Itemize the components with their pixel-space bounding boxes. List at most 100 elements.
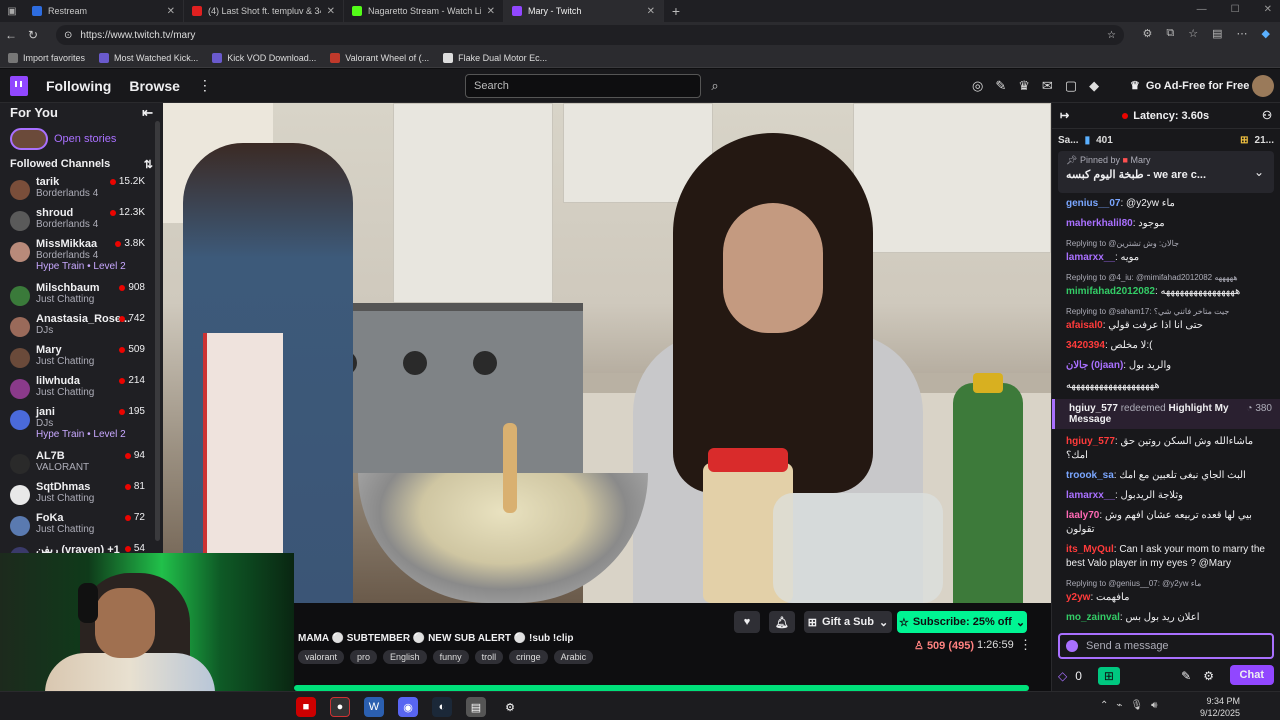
sidebar-channel[interactable]: AL7B VALORANT 94 <box>0 450 163 480</box>
tab-actions-icon[interactable]: ▣ <box>0 6 24 17</box>
star-icon[interactable]: ☆ <box>1107 30 1116 41</box>
bookmark-item[interactable]: Valorant Wheel of (... <box>330 52 429 63</box>
collections-icon[interactable]: ▤ <box>1212 27 1222 40</box>
sidebar-channel[interactable]: Anastasia_Rose... DJs 742 <box>0 313 163 343</box>
wrench-icon[interactable]: ✎ <box>1181 669 1191 683</box>
close-icon[interactable]: ✕ <box>327 6 335 17</box>
chat-message[interactable]: 3420394: لا مخلص:( <box>1066 339 1272 353</box>
following-link[interactable]: Following <box>46 78 111 94</box>
chat-message[interactable]: maherkhalil80: موجود <box>1066 217 1272 231</box>
stream-tag[interactable]: Arabic <box>553 650 594 664</box>
url-field[interactable]: ⊙ https://www.twitch.tv/mary ☆ <box>56 25 1124 45</box>
more-icon[interactable]: ⋮ <box>198 77 212 94</box>
subscribe-button[interactable]: ☆ Subscribe: 25% off ⌄ <box>897 611 1027 633</box>
users-icon[interactable]: ⚇ <box>1262 109 1272 122</box>
stream-tag[interactable]: cringe <box>509 650 548 664</box>
sidebar-channel[interactable]: FoKa Just Chatting 72 <box>0 512 163 542</box>
sidebar-channel[interactable]: Milschbaum Just Chatting 908 <box>0 282 163 312</box>
sidebar-channel[interactable]: lilwhuda Just Chatting 214 <box>0 375 163 405</box>
chat-message[interactable]: جالان (0jaan): والريد بول <box>1066 359 1272 373</box>
bookmark-item[interactable]: Most Watched Kick... <box>99 52 198 63</box>
chat-username[interactable]: hgiuy_577 <box>1066 436 1115 447</box>
chat-username[interactable]: 3420394 <box>1066 340 1105 351</box>
browser-tab[interactable]: Restream ✕ <box>24 0 184 22</box>
sidebar-channel[interactable]: MissMikkaa Borderlands 4 Hype Train • Leve… <box>0 238 163 281</box>
chat-username[interactable]: mo_zainval <box>1066 612 1120 623</box>
chevron-up-icon[interactable]: ⌃ <box>1100 700 1108 711</box>
chat-username[interactable]: y2yw <box>1066 592 1090 603</box>
sidebar-channel[interactable]: tarik Borderlands 4 15.2K <box>0 176 163 206</box>
clock[interactable]: 9:34 PM 9/12/2025 <box>1200 695 1240 719</box>
chat-username[interactable]: laaly70 <box>1066 510 1099 521</box>
chat-username[interactable]: maherkhalil80 <box>1066 218 1133 229</box>
twitch-logo-icon[interactable] <box>10 75 28 96</box>
user-avatar[interactable] <box>1252 75 1274 97</box>
gift-sub-button[interactable]: ⊞ Gift a Sub ⌄ <box>804 611 892 633</box>
chat-message[interactable]: Replying to @saham17: جيت متاخر فاتني شي… <box>1066 305 1272 333</box>
crown-icon[interactable]: ♛ <box>1018 78 1030 94</box>
chat-message[interactable]: lamarxx__: وثلاجة الريدبول <box>1066 489 1272 503</box>
sort-icon[interactable]: ⇅ <box>144 158 153 175</box>
video-player[interactable] <box>163 103 1051 603</box>
browser-tab[interactable]: Nagaretto Stream - Watch Live o ✕ <box>344 0 504 22</box>
sidebar-channel[interactable]: jani DJs Hype Train • Level 2 195 <box>0 406 163 449</box>
collapse-chat-icon[interactable]: ↦ <box>1060 109 1069 122</box>
maximize-icon[interactable]: ☐ <box>1231 4 1240 15</box>
chat-message[interactable]: hgiuy_577: ماشاءالله وش السكن روتين حق ا… <box>1066 435 1272 463</box>
chat-username[interactable]: genius__07 <box>1066 198 1120 209</box>
browser-tab[interactable]: (4) Last Shot ft. templuv & 347aid ✕ <box>184 0 344 22</box>
chat-username[interactable]: جالان (0jaan) <box>1066 360 1123 371</box>
minimize-icon[interactable]: — <box>1197 4 1207 15</box>
volume-icon[interactable]: 🔊︎ <box>1151 700 1157 711</box>
close-window-icon[interactable]: ✕ <box>1264 4 1272 15</box>
sidebar-scrollbar[interactable] <box>155 121 160 541</box>
whispers-icon[interactable]: ▢ <box>1065 78 1077 94</box>
chat-message[interactable]: troook_sa: البث الجاي نبغى تلعبين مع امك <box>1066 469 1272 483</box>
follow-heart-icon[interactable]: ♥ <box>734 611 760 633</box>
inbox-icon[interactable]: ✉ <box>1042 78 1053 94</box>
discord-icon[interactable]: ◉ <box>398 697 418 717</box>
more-options-icon[interactable]: ⋮ <box>1019 637 1032 653</box>
chat-username[interactable]: lamarxx__ <box>1066 252 1115 263</box>
close-icon[interactable]: ✕ <box>647 6 655 17</box>
close-icon[interactable]: ✕ <box>487 6 495 17</box>
stream-tag[interactable]: pro <box>350 650 378 664</box>
back-icon[interactable]: ← <box>0 28 22 42</box>
chat-username[interactable]: mimifahad2012082 <box>1066 286 1155 297</box>
tools-icon[interactable]: ✎ <box>995 78 1006 94</box>
drops-icon[interactable]: ◎ <box>972 78 983 94</box>
chat-message[interactable]: genius__07: @y2yw ماء <box>1066 197 1272 211</box>
new-tab-button[interactable]: + <box>664 3 688 19</box>
obs-icon[interactable]: ● <box>330 697 350 717</box>
app-icon[interactable]: ■ <box>296 697 316 717</box>
search-icon[interactable]: ⌕ <box>703 74 727 98</box>
chat-message[interactable]: its_MyQul: Can I ask your mom to marry t… <box>1066 543 1272 571</box>
chat-send-button[interactable]: Chat <box>1229 665 1274 685</box>
leaderboard[interactable]: Sa... ▮ 401 ⊞ 21... <box>1052 129 1280 151</box>
bits-icon[interactable]: ◆ <box>1089 78 1099 94</box>
chat-username[interactable]: hgiuy_577 <box>1069 403 1118 414</box>
bell-icon[interactable]: 🔔︎ <box>769 611 795 633</box>
search-input[interactable]: Search <box>465 74 701 98</box>
chat-message[interactable]: Replying to @genius__07: @y2yw ماء y2yw: … <box>1066 577 1272 605</box>
bookmark-item[interactable]: Kick VOD Download... <box>212 52 316 63</box>
settings-icon[interactable]: ⚙ <box>1203 669 1214 683</box>
chat-username[interactable]: lamarxx__ <box>1066 490 1115 501</box>
chat-input[interactable]: Send a message <box>1058 633 1274 659</box>
split-icon[interactable]: ⧉ <box>1166 27 1174 40</box>
browse-link[interactable]: Browse <box>129 78 180 94</box>
bookmark-item[interactable]: Import favorites <box>8 52 85 63</box>
network-icon[interactable]: ⌁ <box>1116 700 1122 711</box>
channel-points-icon[interactable]: ◇ <box>1058 669 1067 683</box>
stream-tag[interactable]: funny <box>432 650 469 664</box>
bookmark-item[interactable]: Flake Dual Motor Ec... <box>443 52 547 63</box>
refresh-icon[interactable]: ↻ <box>22 28 44 42</box>
copilot-icon[interactable]: ◆ <box>1262 27 1270 40</box>
collapse-icon[interactable]: ⇤ <box>142 105 153 121</box>
chat-username[interactable]: afaisal0 <box>1066 320 1103 331</box>
favorites-icon[interactable]: ☆ <box>1188 27 1198 40</box>
chat-message[interactable]: mo_zainval: اعلان ريد بول بس <box>1066 611 1272 625</box>
extensions-icon[interactable]: ⚙ <box>1143 27 1153 40</box>
chat-username[interactable]: its_MyQul <box>1066 544 1114 555</box>
chat-message[interactable]: هههههههههههههههههههه <box>1066 379 1272 393</box>
